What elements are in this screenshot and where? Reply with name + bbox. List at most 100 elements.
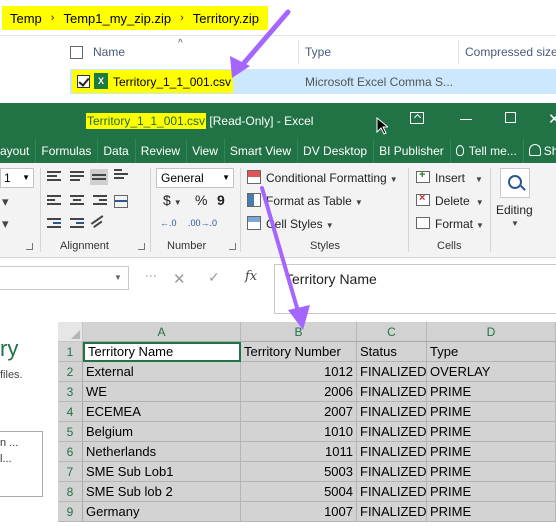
confirm-entry-button[interactable]: ✓ xyxy=(208,269,220,286)
column-divider[interactable] xyxy=(458,40,459,64)
cell-d8[interactable]: PRIME xyxy=(427,482,556,502)
cell-b8[interactable]: 5004 xyxy=(241,482,357,502)
insert-button[interactable]: Insert ▼ xyxy=(435,171,483,185)
breadcrumb-item[interactable]: Territory.zip xyxy=(193,11,259,26)
cell-c9[interactable]: FINALIZED xyxy=(357,502,427,522)
row-header[interactable]: 9 xyxy=(58,502,83,522)
formula-bar-grip-icon[interactable]: ⋮ xyxy=(144,270,158,282)
cell-b2[interactable]: 1012 xyxy=(241,362,357,382)
font-dropdown-caret-icon[interactable]: ▾ xyxy=(2,194,9,210)
align-right-icon[interactable] xyxy=(93,195,107,207)
font-color-caret-icon[interactable]: ▾ xyxy=(2,216,9,232)
increase-decimal-button[interactable]: ←.0 xyxy=(160,218,177,228)
cell-d1[interactable]: Type xyxy=(427,342,556,362)
column-header-d[interactable]: D xyxy=(427,322,556,342)
cell-d7[interactable]: PRIME xyxy=(427,462,556,482)
row-header[interactable]: 6 xyxy=(58,442,83,462)
number-format-select[interactable]: General ▼ xyxy=(156,168,234,188)
address-bar[interactable]: Temp › Temp1_my_zip.zip › Territory.zip xyxy=(0,0,556,36)
side-pane-list-item[interactable]: l... xyxy=(0,453,12,465)
insert-function-button[interactable]: fx xyxy=(245,269,257,284)
editing-button[interactable]: Editing xyxy=(496,203,533,217)
cell-a2[interactable]: External xyxy=(83,362,241,382)
breadcrumb-item[interactable]: Temp xyxy=(10,11,42,26)
cell-c3[interactable]: FINALIZED xyxy=(357,382,427,402)
tab-view[interactable]: View xyxy=(186,139,224,163)
font-dialog-launcher-icon[interactable] xyxy=(26,243,33,250)
breadcrumb-item[interactable]: Temp1_my_zip.zip xyxy=(63,11,171,26)
cell-c4[interactable]: FINALIZED xyxy=(357,402,427,422)
cell-b5[interactable]: 1010 xyxy=(241,422,357,442)
cell-d9[interactable]: PRIME xyxy=(427,502,556,522)
cell-a4[interactable]: ECEMEA xyxy=(83,402,241,422)
cell-b3[interactable]: 2006 xyxy=(241,382,357,402)
align-top-icon[interactable] xyxy=(47,171,61,183)
align-left-icon[interactable] xyxy=(47,195,61,207)
decrease-decimal-button[interactable]: .00→.0 xyxy=(188,218,217,228)
row-header[interactable]: 2 xyxy=(58,362,83,382)
tab-bi-publisher[interactable]: BI Publisher xyxy=(373,139,450,163)
tab-smart-view[interactable]: Smart View xyxy=(223,139,297,163)
merge-center-icon[interactable] xyxy=(114,195,128,208)
cell-c5[interactable]: FINALIZED xyxy=(357,422,427,442)
tab-page-layout[interactable]: ayout xyxy=(0,139,35,163)
row-header[interactable]: 5 xyxy=(58,422,83,442)
cell-a3[interactable]: WE xyxy=(83,382,241,402)
cell-b6[interactable]: 1011 xyxy=(241,442,357,462)
close-button[interactable]: ✕ xyxy=(548,110,556,128)
cell-c2[interactable]: FINALIZED xyxy=(357,362,427,382)
column-header-name[interactable]: Name xyxy=(93,45,125,59)
format-as-table-button[interactable]: Format as Table ▼ xyxy=(266,194,363,208)
cell-d2[interactable]: OVERLAY xyxy=(427,362,556,382)
file-name[interactable]: Territory_1_1_001.csv xyxy=(113,75,231,89)
font-size-select[interactable]: 1 ▼ xyxy=(0,168,34,188)
align-bottom-icon[interactable] xyxy=(90,169,108,185)
row-header[interactable]: 8 xyxy=(58,482,83,502)
tab-review[interactable]: Review xyxy=(134,139,186,163)
cell-d3[interactable]: PRIME xyxy=(427,382,556,402)
cell-b7[interactable]: 5003 xyxy=(241,462,357,482)
chevron-down-icon[interactable]: ▼ xyxy=(511,219,519,228)
wrap-text-icon[interactable] xyxy=(114,169,128,181)
cell-c1[interactable]: Status xyxy=(357,342,427,362)
cell-a7[interactable]: SME Sub Lob1 xyxy=(83,462,241,482)
conditional-formatting-button[interactable]: Conditional Formatting ▼ xyxy=(266,171,398,185)
tab-dv-desktop[interactable]: DV Desktop xyxy=(297,139,373,163)
column-header-c[interactable]: C xyxy=(357,322,427,342)
row-header[interactable]: 1 xyxy=(58,342,83,362)
delete-button[interactable]: Delete ▼ xyxy=(435,194,484,208)
cell-c8[interactable]: FINALIZED xyxy=(357,482,427,502)
tab-data[interactable]: Data xyxy=(97,139,134,163)
ribbon-display-options-icon[interactable] xyxy=(410,112,424,124)
file-row-checkbox[interactable] xyxy=(77,75,90,88)
minimize-button[interactable] xyxy=(460,119,472,120)
decrease-indent-icon[interactable] xyxy=(47,218,61,230)
row-header[interactable]: 3 xyxy=(58,382,83,402)
cell-styles-button[interactable]: Cell Styles ▼ xyxy=(266,217,334,231)
cell-a8[interactable]: SME Sub lob 2 xyxy=(83,482,241,502)
column-header-type[interactable]: Type xyxy=(305,45,331,59)
cell-b9[interactable]: 1007 xyxy=(241,502,357,522)
maximize-button[interactable] xyxy=(505,112,516,123)
cell-a6[interactable]: Netherlands xyxy=(83,442,241,462)
comma-style-button[interactable]: 9 xyxy=(217,192,225,208)
side-pane-list-item[interactable]: n ... xyxy=(0,437,18,449)
currency-format-button[interactable]: $ ▼ xyxy=(163,192,182,208)
cell-b1[interactable]: Territory Number xyxy=(241,342,357,362)
cell-d6[interactable]: PRIME xyxy=(427,442,556,462)
column-header-a[interactable]: A xyxy=(83,322,241,342)
column-header-b[interactable]: B xyxy=(241,322,357,342)
cell-c6[interactable]: FINALIZED xyxy=(357,442,427,462)
share-button[interactable]: Share xyxy=(522,139,556,163)
alignment-dialog-launcher-icon[interactable] xyxy=(138,243,145,250)
align-center-icon[interactable] xyxy=(70,195,84,207)
column-header-compressed-size[interactable]: Compressed size xyxy=(465,45,556,59)
cell-b4[interactable]: 2007 xyxy=(241,402,357,422)
cell-a1[interactable]: Territory Name xyxy=(83,342,241,362)
format-button[interactable]: Format ▼ xyxy=(435,217,484,231)
cell-a9[interactable]: Germany xyxy=(83,502,241,522)
percent-style-button[interactable]: % xyxy=(195,192,207,208)
name-box[interactable] xyxy=(0,266,129,290)
breadcrumb-chevron-icon[interactable]: › xyxy=(51,12,55,24)
row-header[interactable]: 7 xyxy=(58,462,83,482)
